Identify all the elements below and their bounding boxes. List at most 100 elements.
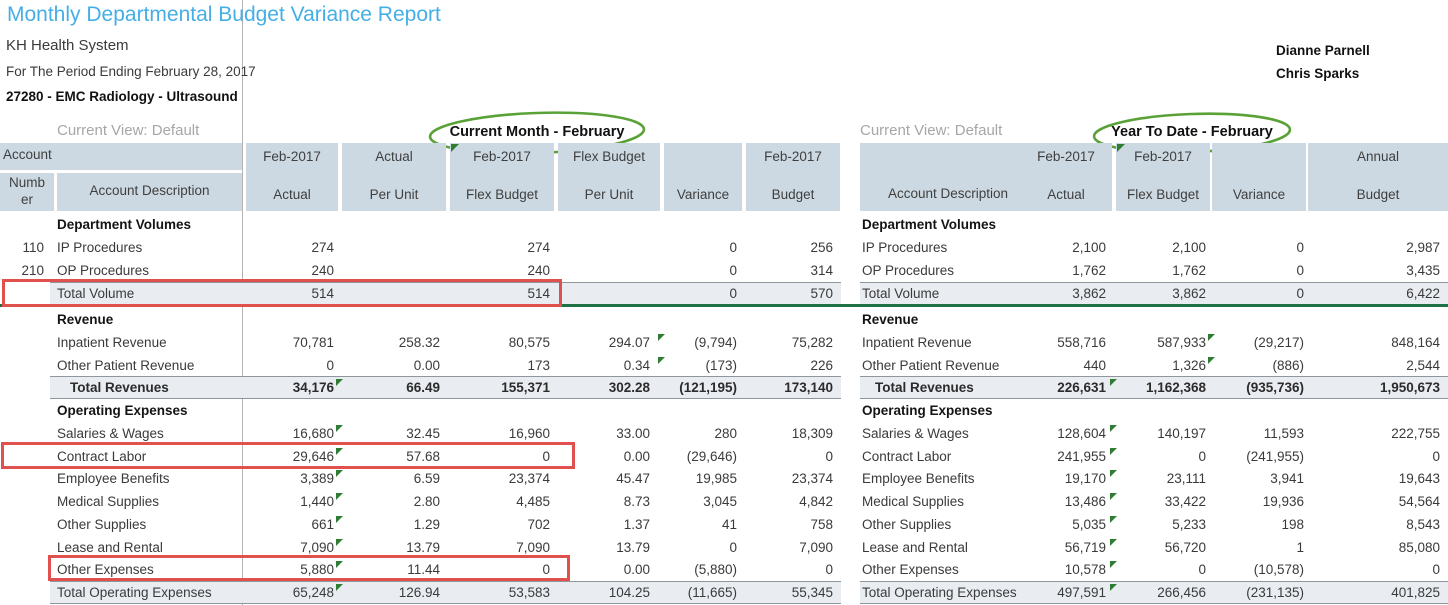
value-cell-left: 18,309 [746,422,840,445]
value-cell-right: 1,950,673 [1308,376,1448,399]
value-cell-right: 1,326 [1116,354,1210,377]
preparer-name-2: Chris Sparks [1276,66,1359,81]
value-cell-right: (231,135) [1212,581,1306,604]
value-cell-right: 23,111 [1116,467,1210,490]
row-label-right: Inpatient Revenue [862,331,1038,354]
value-cell-left: 13.79 [558,536,660,559]
row-label-right: Other Patient Revenue [862,354,1038,377]
value-cell-right: (935,736) [1212,376,1306,399]
row-label-right: Total Revenues [875,376,1038,399]
header-cell-right-0: Feb-2017Actual [1020,143,1112,211]
value-cell-right: 5,035 [1020,513,1112,536]
value-cell-left: 23,374 [746,467,840,490]
value-cell-left: 274 [246,236,338,259]
current-view-label-left: Current View: Default [57,122,199,139]
value-cell-left: 80,575 [450,331,554,354]
row-label-left: Employee Benefits [57,467,239,490]
value-cell-left: 0 [246,354,338,377]
row-label-left: Other Supplies [57,513,239,536]
row-label-right: Contract Labor [862,445,1038,468]
value-cell-right: 222,755 [1308,422,1448,445]
header-cell-left-4: Variance [664,143,742,211]
value-cell-left: 8.73 [558,490,660,513]
value-cell-right: 11,593 [1212,422,1306,445]
value-cell-right: 401,825 [1308,581,1448,604]
value-cell-right: 85,080 [1308,536,1448,559]
highlight-box-total-volume [2,279,562,307]
value-cell-left: 3,389 [246,467,338,490]
row-label-right: IP Procedures [862,236,1038,259]
value-cell-left: 294.07 [558,331,660,354]
value-cell-left: 173,140 [746,376,840,399]
row-label-right: Other Supplies [862,513,1038,536]
value-cell-left: (29,646) [664,445,742,468]
header-cell-left-1: ActualPer Unit [342,143,446,211]
value-cell-right: 2,544 [1308,354,1448,377]
value-cell-left: 126.94 [342,581,446,604]
value-cell-right: 440 [1020,354,1112,377]
value-cell-left: (121,195) [664,376,742,399]
value-cell-left: 4,485 [450,490,554,513]
value-cell-left: 66.49 [342,376,446,399]
value-cell-left: 155,371 [450,376,554,399]
value-cell-right: 3,862 [1116,282,1210,305]
value-cell-right: 128,604 [1020,422,1112,445]
value-cell-left: 758 [746,513,840,536]
header-cell-account-number: Number [0,173,54,211]
value-cell-left: 0.00 [558,558,660,581]
value-cell-right: 19,643 [1308,467,1448,490]
value-cell-right: 1,762 [1116,259,1210,282]
value-cell-right: 1 [1212,536,1306,559]
header-cell-left-3: Flex BudgetPer Unit [558,143,660,211]
header-cell-account-description: Account Description [57,173,242,211]
row-label-right: Employee Benefits [862,467,1038,490]
value-cell-right: 3,435 [1308,259,1448,282]
header-cell-right-2: Variance [1212,143,1306,211]
value-cell-right: 2,100 [1020,236,1112,259]
value-cell-right: 1,162,368 [1116,376,1210,399]
row-label-right: Department Volumes [862,213,1038,236]
account-number-cell: 110 [0,236,44,259]
value-cell-left: 19,985 [664,467,742,490]
value-cell-left: 55,345 [746,581,840,604]
value-cell-right: 10,578 [1020,558,1112,581]
value-cell-right: 56,719 [1020,536,1112,559]
value-cell-left: 0 [664,282,742,305]
value-cell-right: 0 [1116,558,1210,581]
value-cell-right: 8,543 [1308,513,1448,536]
value-cell-left: (5,880) [664,558,742,581]
value-cell-left: 0 [664,259,742,282]
value-cell-left: 0 [664,536,742,559]
value-cell-left: 661 [246,513,338,536]
row-label-left: Other Patient Revenue [57,354,239,377]
value-cell-left: 3,045 [664,490,742,513]
row-label-left: Revenue [57,308,287,331]
value-cell-left: 226 [746,354,840,377]
department-label: 27280 - EMC Radiology - Ultrasound [6,89,238,104]
period-label: For The Period Ending February 28, 2017 [6,64,256,79]
value-cell-right: 2,987 [1308,236,1448,259]
header-cell-right-1: Feb-2017Flex Budget [1116,143,1210,211]
row-label-right: Total Operating Expenses [862,581,1038,604]
value-cell-right: 266,456 [1116,581,1210,604]
value-cell-right: 587,933 [1116,331,1210,354]
value-cell-left: 70,781 [246,331,338,354]
value-cell-right: 241,955 [1020,445,1112,468]
value-cell-right: 0 [1212,282,1306,305]
value-cell-right: 0 [1116,445,1210,468]
value-cell-left: 570 [746,282,840,305]
value-cell-right: 19,936 [1212,490,1306,513]
row-label-right: Medical Supplies [862,490,1038,513]
value-cell-left: (11,665) [664,581,742,604]
value-cell-right: 140,197 [1116,422,1210,445]
row-label-left: Operating Expenses [57,399,287,422]
value-cell-left: 53,583 [450,581,554,604]
value-cell-right: (241,955) [1212,445,1306,468]
value-cell-left: 1,440 [246,490,338,513]
value-cell-right: 56,720 [1116,536,1210,559]
value-cell-right: 54,564 [1308,490,1448,513]
value-cell-right: 497,591 [1020,581,1112,604]
value-cell-left: 0 [746,558,840,581]
highlight-box-contract-labor [1,442,575,469]
header-cell-left-5: Feb-2017Budget [746,143,840,211]
